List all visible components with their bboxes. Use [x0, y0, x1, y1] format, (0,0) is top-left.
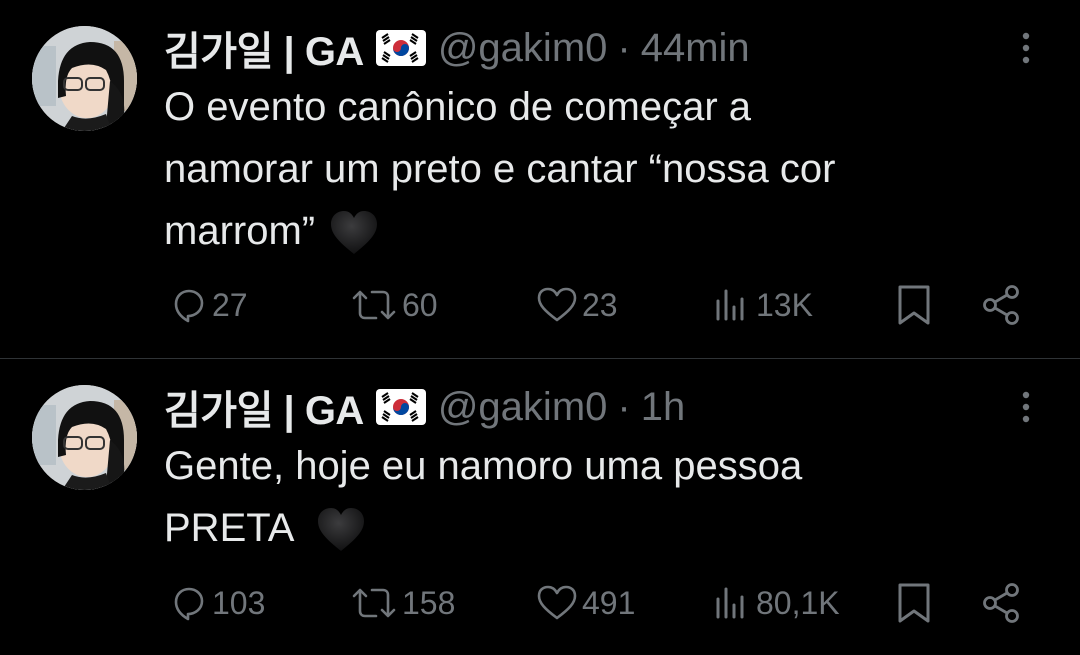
retweet-icon [352, 588, 396, 618]
bookmark-button[interactable] [894, 280, 934, 330]
reply-count: 27 [212, 286, 248, 323]
retweet-button[interactable]: 158 [350, 578, 455, 628]
user-handle[interactable]: @gakim0 [438, 385, 608, 430]
views-button[interactable]: 13K [712, 280, 813, 330]
heart-outline-icon [537, 287, 577, 322]
more-options-icon[interactable] [1014, 387, 1038, 427]
separator: · [617, 384, 631, 429]
tweet[interactable]: 김가일 | GA @gakim0 · 1h Gente, hoje eu nam… [0, 359, 1080, 655]
views-button[interactable]: 80,1K [712, 578, 840, 628]
tweet-text: O evento canônico de começar a namorar u… [164, 76, 1044, 262]
like-button[interactable]: 23 [536, 280, 618, 330]
like-button[interactable]: 491 [536, 578, 635, 628]
heart-outline-icon [537, 585, 577, 620]
share-icon [983, 583, 1019, 623]
timestamp[interactable]: 44min [641, 26, 750, 71]
tweet-text-fragment: marrom” [164, 209, 316, 253]
south-korea-flag-icon [375, 389, 426, 425]
retweet-count: 158 [402, 584, 456, 621]
bookmark-icon [898, 583, 930, 623]
tweet-text-line: marrom” [164, 200, 1044, 262]
bookmark-icon [898, 285, 930, 325]
views-count: 13K [756, 286, 813, 323]
tweet-header: 김가일 | GA @gakim0 · 1h [164, 378, 686, 436]
display-name[interactable]: 김가일 | GA [164, 378, 364, 436]
share-button[interactable] [980, 578, 1024, 628]
tweet-text-line: Gente, hoje eu namoro uma pessoa [164, 444, 803, 488]
reply-icon [174, 587, 204, 621]
avatar[interactable] [32, 385, 137, 490]
display-name[interactable]: 김가일 | GA [164, 19, 364, 77]
bookmark-button[interactable] [894, 578, 934, 628]
tweet[interactable]: 김가일 | GA @gakim0 · 44min O evento canôni… [0, 0, 1080, 358]
tweet-text-line: PRETA [164, 497, 1044, 559]
like-count: 491 [582, 584, 636, 621]
tweet-actions: 27 60 23 13K [0, 280, 1080, 330]
share-button[interactable] [980, 280, 1024, 330]
reply-button[interactable]: 27 [168, 280, 248, 330]
share-icon [983, 285, 1019, 325]
views-count: 80,1K [756, 584, 840, 621]
timestamp[interactable]: 1h [641, 385, 686, 430]
analytics-icon [716, 587, 744, 619]
analytics-icon [716, 289, 744, 321]
retweet-button[interactable]: 60 [350, 280, 438, 330]
south-korea-flag-icon [375, 30, 426, 66]
reply-button[interactable]: 103 [168, 578, 265, 628]
retweet-icon [352, 290, 396, 320]
tweet-text-line: namorar um preto e cantar “nossa cor [164, 147, 836, 191]
black-heart-icon [329, 210, 379, 256]
tweet-header: 김가일 | GA @gakim0 · 44min [164, 19, 750, 77]
user-handle[interactable]: @gakim0 [438, 26, 608, 71]
reply-icon [174, 289, 204, 323]
like-count: 23 [582, 286, 618, 323]
tweet-actions: 103 158 491 80,1K [0, 578, 1080, 628]
tweet-text: Gente, hoje eu namoro uma pessoa PRETA [164, 435, 1044, 559]
more-options-icon[interactable] [1014, 28, 1038, 68]
black-heart-icon [316, 507, 366, 553]
separator: · [617, 25, 631, 70]
retweet-count: 60 [402, 286, 438, 323]
tweet-text-fragment: PRETA [164, 506, 295, 550]
reply-count: 103 [212, 584, 266, 621]
tweet-text-line: O evento canônico de começar a [164, 85, 752, 129]
avatar[interactable] [32, 26, 137, 131]
